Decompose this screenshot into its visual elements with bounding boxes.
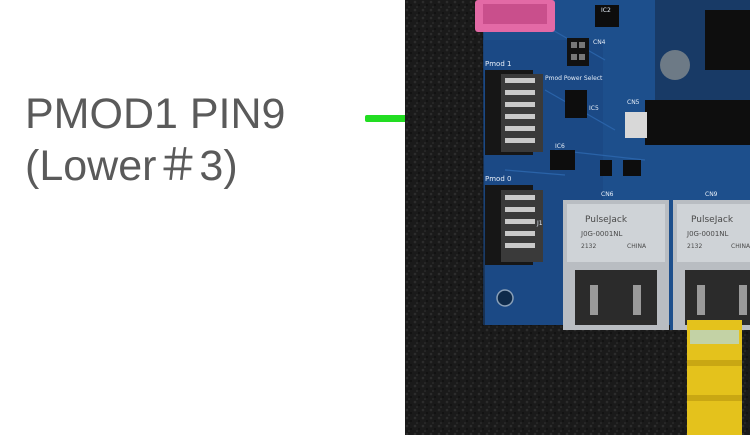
ic5-label: IC5 (589, 105, 599, 112)
pmod0-label: Pmod 0 (485, 175, 511, 183)
ic6-label: IC6 (555, 143, 565, 150)
cn5-connector (625, 112, 647, 138)
pmod1-header: Pmod 1 (485, 60, 543, 155)
board-photo: Pmod 1 Pmod 0 Pmod Power Select CN4 IC2 … (405, 0, 750, 435)
jack-origin-cn9: CHINA (731, 243, 750, 250)
callout-title: PMOD1 PIN9 (25, 90, 286, 138)
cn4-label: CN4 (593, 39, 606, 46)
jack-part-cn9: J0G-0001NL (686, 230, 729, 238)
cn9-label: CN9 (705, 191, 718, 198)
pink-connector (475, 0, 555, 32)
cn5-label: CN5 (627, 99, 640, 106)
jack-origin-cn6: CHINA (627, 243, 647, 250)
jack-code-cn6: 2132 (581, 243, 596, 250)
callout-label: PMOD1 PIN9 (Lower＃3) (25, 88, 285, 192)
som-module (645, 0, 750, 145)
jack-part-cn6: J0G-0001NL (580, 230, 623, 238)
mounting-hole (496, 289, 514, 307)
j1-label: J1 (536, 220, 543, 227)
jack-brand-cn9: PulseJack (691, 215, 734, 225)
callout-subtitle: (Lower＃3) (25, 142, 238, 190)
ethernet-jack-cn6: PulseJack J0G-0001NL 2132 CHINA CN6 (563, 191, 669, 330)
ethernet-cable (687, 320, 742, 435)
jack-brand-cn6: PulseJack (585, 215, 628, 225)
pmod1-label: Pmod 1 (485, 60, 511, 68)
ic2-label: IC2 (601, 7, 611, 14)
cn6-label: CN6 (601, 191, 614, 198)
jack-code-cn9: 2132 (687, 243, 702, 250)
ethernet-jack-cn9: PulseJack J0G-0001NL 2132 CHINA CN9 (673, 191, 750, 330)
power-select-label: Pmod Power Select (545, 75, 603, 82)
